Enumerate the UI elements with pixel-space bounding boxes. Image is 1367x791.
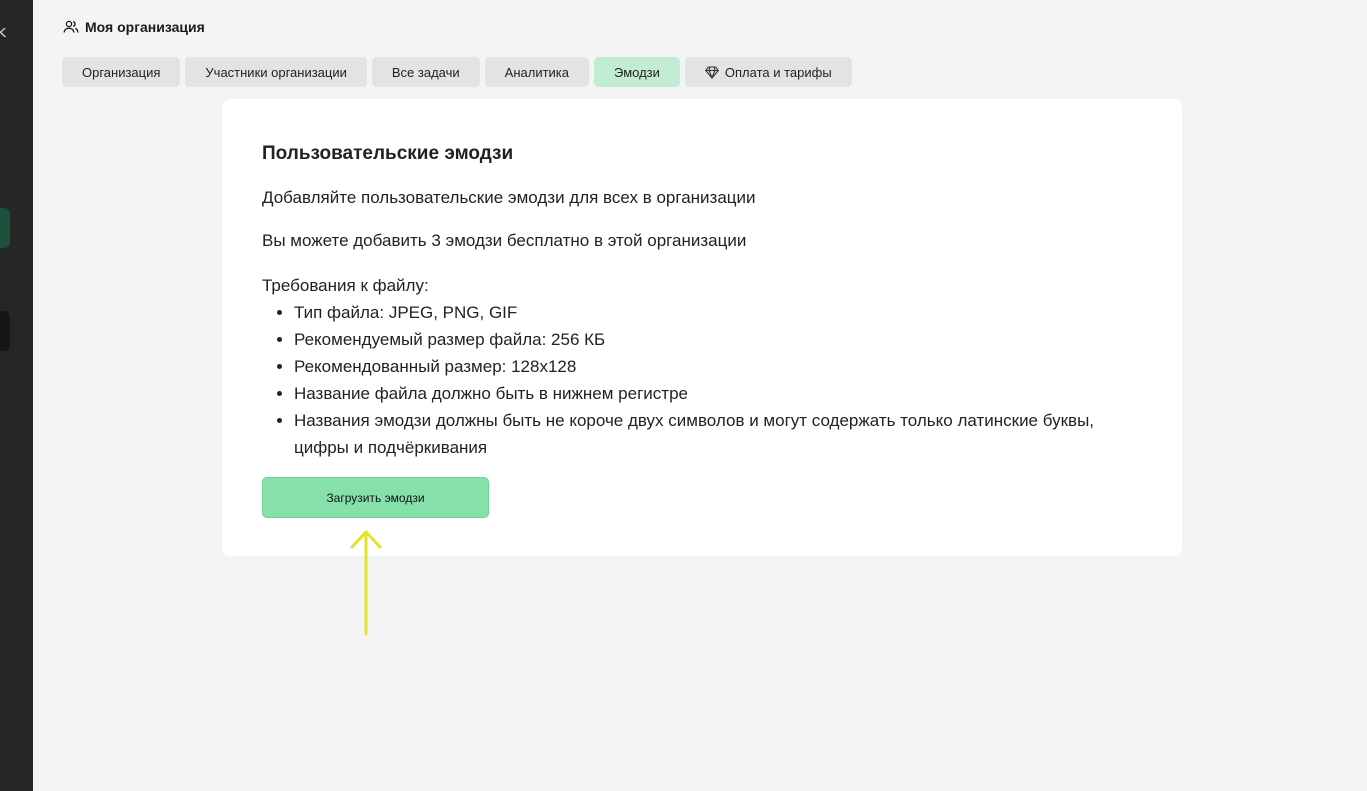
tab-label: Участники организации [205,64,347,80]
card-description: Добавляйте пользовательские эмодзи для в… [262,188,756,207]
upload-emoji-button[interactable]: Загрузить эмодзи [262,477,489,518]
page-title: Моя организация [85,19,205,35]
tab-billing[interactable]: Оплата и тарифы [684,57,852,87]
tab-analytics[interactable]: Аналитика [484,57,590,87]
tab-label: Эмодзи [614,64,660,80]
requirement-item: Тип файла: JPEG, PNG, GIF [294,299,1142,326]
emoji-limit-text: Вы можете добавить 3 эмодзи бесплатно в … [262,231,747,250]
sidebar-item-edge[interactable] [0,311,10,351]
requirement-item: Название файла должно быть в нижнем реги… [294,380,1142,407]
card-title: Пользовательские эмодзи [262,143,514,164]
tab-label: Все задачи [391,64,460,80]
emoji-settings-card: Пользовательские эмодзи Добавляйте польз… [222,99,1182,556]
diamond-icon [705,65,719,79]
annotation-arrow-icon [350,530,382,636]
tab-organization[interactable]: Организация [62,57,181,87]
tab-bar: Организация Участники организации Все за… [62,57,852,87]
sidebar-active-item-edge[interactable] [0,208,10,248]
tab-members[interactable]: Участники организации [185,57,367,87]
requirements-title: Требования к файлу: [262,276,429,295]
requirement-item: Рекомендуемый размер файла: 256 КБ [294,326,1142,353]
sidebar-edge-text: k [0,22,7,41]
requirement-item: Названия эмодзи должны быть не короче дв… [294,407,1142,461]
tab-label: Аналитика [504,64,570,80]
tab-all-tasks[interactable]: Все задачи [371,57,480,87]
requirements-list: Тип файла: JPEG, PNG, GIF Рекомендуемый … [262,299,1142,461]
tab-emoji[interactable]: Эмодзи [594,57,680,87]
page-header: Моя организация [63,16,205,38]
tab-label: Оплата и тарифы [724,64,832,80]
users-icon [63,19,79,35]
tab-label: Организация [82,64,161,80]
sidebar-edge: k [0,0,33,791]
requirement-item: Рекомендованный размер: 128x128 [294,353,1142,380]
